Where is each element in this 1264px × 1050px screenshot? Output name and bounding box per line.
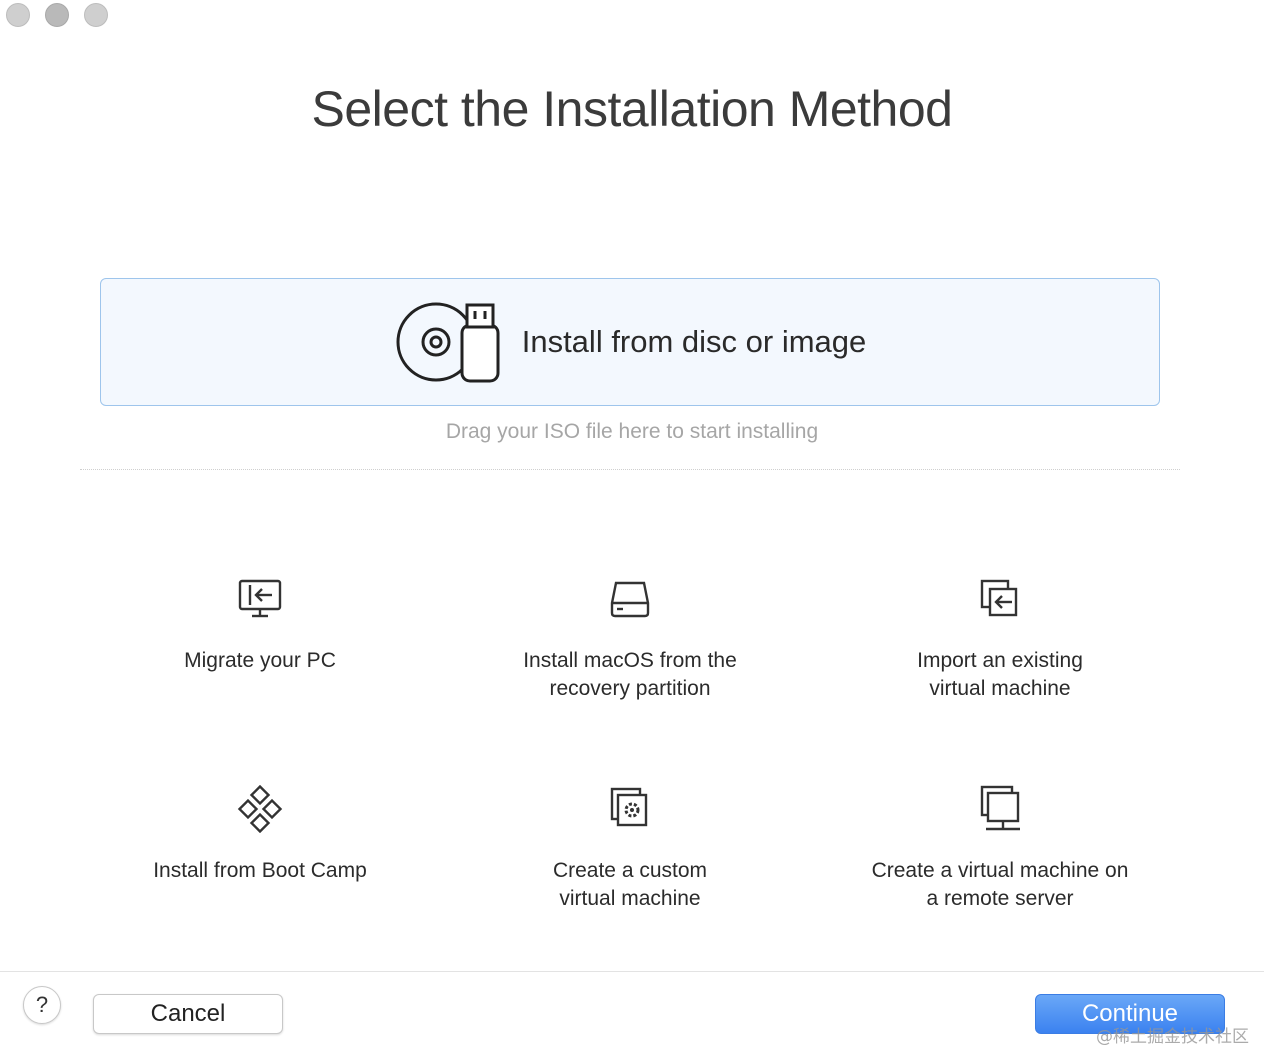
monitor-import-icon <box>238 579 282 618</box>
close-window-button[interactable] <box>6 3 30 27</box>
drop-hint: Drag your ISO file here to start install… <box>445 420 819 443</box>
minimize-window-button[interactable] <box>45 3 69 27</box>
import-window-icon <box>980 579 1018 617</box>
footer-divider <box>0 971 1264 972</box>
option-custom-vm-label: Create a custom virtual machine <box>552 859 708 910</box>
remote-monitor-icon <box>980 785 1020 831</box>
option-recovery-partition-label: Install macOS from the recovery partitio… <box>523 649 737 700</box>
divider <box>80 469 1180 470</box>
watermark: @稀土掘金技术社区 <box>1096 1027 1249 1047</box>
gear-window-icon <box>610 787 648 827</box>
installer-window: Select the Installation Method Install f… <box>0 0 1264 1050</box>
option-import-vm[interactable]: Import an existing virtual machine <box>840 575 1160 703</box>
option-custom-vm[interactable]: Create a custom virtual machine <box>470 785 790 913</box>
option-boot-camp-label: Install from Boot Camp <box>153 859 367 882</box>
option-migrate-pc[interactable]: Migrate your PC <box>100 575 420 675</box>
option-remote-server-label: Create a virtual machine on a remote ser… <box>871 859 1129 910</box>
install-from-disc-label: Install from disc or image <box>521 324 867 359</box>
install-from-disc-card[interactable]: Install from disc or image <box>100 278 1160 406</box>
window-controls <box>6 3 108 27</box>
option-remote-server[interactable]: Create a virtual machine on a remote ser… <box>840 785 1160 913</box>
option-import-vm-label: Import an existing virtual machine <box>917 649 1083 700</box>
bootcamp-diamond-icon <box>237 785 283 833</box>
help-button[interactable]: ? <box>23 986 61 1024</box>
option-recovery-partition[interactable]: Install macOS from the recovery partitio… <box>470 575 790 703</box>
cancel-button[interactable]: Cancel <box>93 994 283 1034</box>
option-migrate-pc-label: Migrate your PC <box>184 649 336 672</box>
zoom-window-button[interactable] <box>84 3 108 27</box>
option-boot-camp[interactable]: Install from Boot Camp <box>100 785 420 885</box>
page-title: Select the Installation Method <box>311 81 953 137</box>
disc-usb-icon <box>396 302 500 383</box>
hard-drive-icon <box>610 581 650 618</box>
